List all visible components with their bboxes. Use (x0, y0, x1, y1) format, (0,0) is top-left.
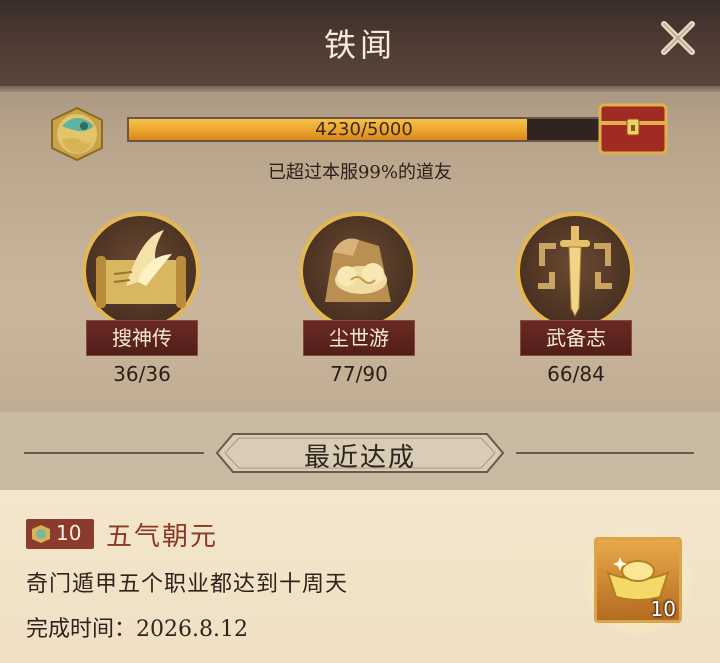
category-label: 武备志 (520, 320, 632, 356)
completion-time-value: 2026.8.12 (136, 617, 248, 642)
category-soushenzhuan[interactable]: 搜神传 36/36 (77, 212, 207, 392)
reward-quantity: 10 (650, 597, 676, 621)
recent-section-title: 最近达成 (215, 432, 505, 474)
reward-chest-button[interactable] (598, 103, 668, 155)
points-value: 10 (56, 521, 82, 545)
close-icon (661, 21, 695, 55)
category-count: 36/36 (113, 362, 171, 386)
divider-line-left (24, 452, 204, 454)
achievement-token-icon (44, 104, 110, 164)
completion-time: 完成时间：2026.8.12 (26, 611, 248, 643)
category-icon-frame (516, 212, 634, 330)
progress-bar: 4230/5000 (127, 117, 601, 142)
category-label: 搜神传 (86, 320, 198, 356)
treasure-chest-icon (598, 103, 668, 155)
category-chenshiyou[interactable]: 尘世游 77/90 (294, 212, 424, 392)
close-button[interactable] (658, 18, 698, 58)
reward-item[interactable]: 10 (580, 523, 696, 639)
rank-text: 已超过本服99%的道友 (267, 162, 452, 183)
completion-time-label: 完成时间： (26, 617, 137, 642)
gold-ingot-icon (606, 557, 670, 601)
progress-text: 4230/5000 (315, 119, 413, 140)
category-icon-frame (299, 212, 417, 330)
category-count: 77/90 (330, 362, 388, 386)
divider-line-right (516, 452, 694, 454)
achievement-panel: 铁闻 4230/5000 已超过本服99%的道友 搜神传 36/36 尘世游 7… (0, 0, 720, 663)
sword-icon (538, 226, 612, 318)
category-wubeizhi[interactable]: 武备志 66/84 (511, 212, 641, 392)
points-badge: 10 (26, 519, 94, 549)
section-title-text: 最近达成 (303, 443, 416, 473)
category-icon-frame (82, 212, 200, 330)
category-label: 尘世游 (303, 320, 415, 356)
header-bar: 铁闻 (0, 0, 720, 92)
window-title: 铁闻 (323, 26, 396, 64)
category-count: 66/84 (547, 362, 605, 386)
achievement-description: 奇门遁甲五个职业都达到十周天 (26, 572, 349, 597)
rock-cloud-icon (325, 238, 391, 302)
token-icon (32, 525, 50, 543)
scroll-crane-icon (96, 230, 186, 308)
achievement-name: 五气朝元 (106, 522, 219, 552)
